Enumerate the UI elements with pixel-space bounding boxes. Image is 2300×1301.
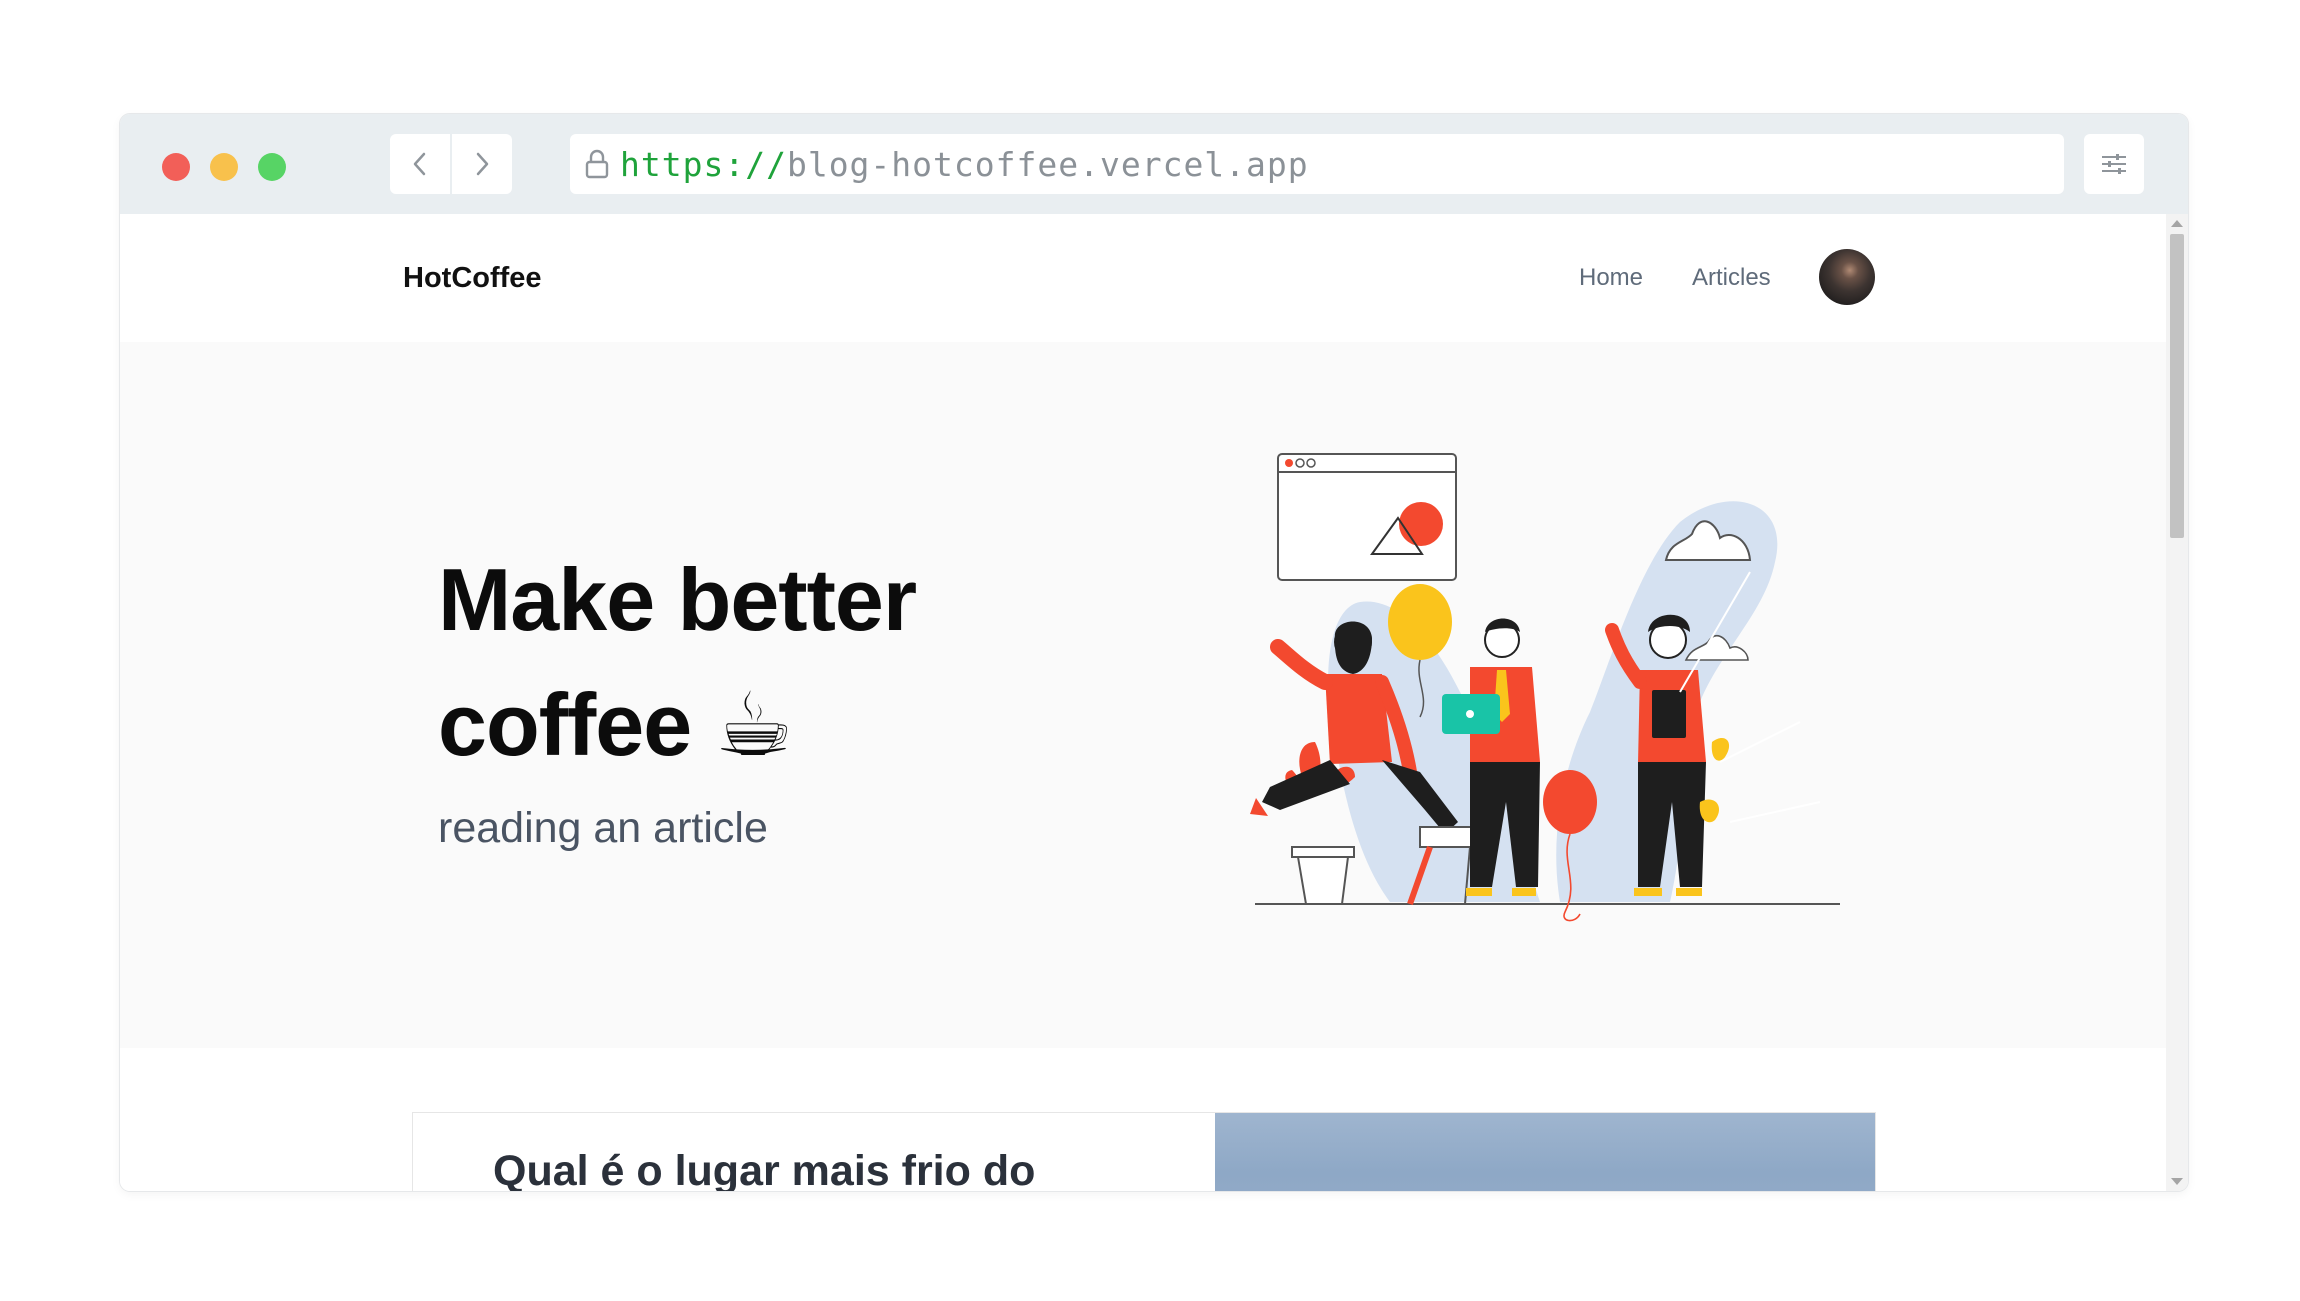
scrollbar-thumb[interactable] — [2170, 234, 2184, 538]
browser-titlebar: https://blog-hotcoffee.vercel.app — [120, 114, 2188, 214]
illustration-window — [1277, 453, 1457, 581]
scroll-up-arrow-icon[interactable] — [2171, 220, 2183, 227]
hero-section: Make better coffee ☕ reading an article — [120, 342, 2166, 1048]
forward-button[interactable] — [452, 134, 512, 194]
sliders-icon — [2102, 154, 2126, 174]
maximize-window-button[interactable] — [258, 153, 286, 181]
url-protocol: https:// — [620, 144, 787, 184]
hero-title: Make better coffee ☕ — [438, 537, 1138, 787]
nav-link-home[interactable]: Home — [1579, 264, 1643, 292]
site-logo[interactable]: HotCoffee — [403, 262, 542, 295]
url-text: https://blog-hotcoffee.vercel.app — [620, 145, 1309, 184]
lock-icon — [582, 147, 612, 181]
close-window-button[interactable] — [162, 153, 190, 181]
browser-window: https://blog-hotcoffee.vercel.app HotCof… — [120, 114, 2188, 1191]
address-bar[interactable]: https://blog-hotcoffee.vercel.app — [570, 134, 2064, 194]
avatar[interactable] — [1819, 249, 1875, 305]
chevron-right-icon — [476, 152, 489, 176]
settings-button[interactable] — [2084, 134, 2144, 194]
minimize-window-button[interactable] — [210, 153, 238, 181]
vertical-scrollbar[interactable] — [2166, 214, 2188, 1191]
article-card[interactable]: Qual é o lugar mais frio do — [412, 1112, 1876, 1191]
hero-subtitle: reading an article — [438, 804, 768, 852]
hero-title-line-1: Make better — [438, 550, 917, 649]
article-card-title[interactable]: Qual é o lugar mais frio do — [493, 1147, 1035, 1191]
nav-link-articles[interactable]: Articles — [1692, 264, 1771, 292]
site-header: HotCoffee Home Articles — [120, 214, 2166, 342]
hero-title-line-2: coffee ☕ — [438, 675, 794, 774]
chevron-left-icon — [413, 152, 426, 176]
url-host: blog-hotcoffee.vercel.app — [786, 144, 1309, 184]
back-button[interactable] — [390, 134, 450, 194]
hero-illustration — [1250, 453, 1840, 922]
scroll-down-arrow-icon[interactable] — [2171, 1178, 2183, 1185]
article-card-image[interactable] — [1215, 1113, 1875, 1191]
page-content: HotCoffee Home Articles Make better coff… — [120, 214, 2166, 1191]
